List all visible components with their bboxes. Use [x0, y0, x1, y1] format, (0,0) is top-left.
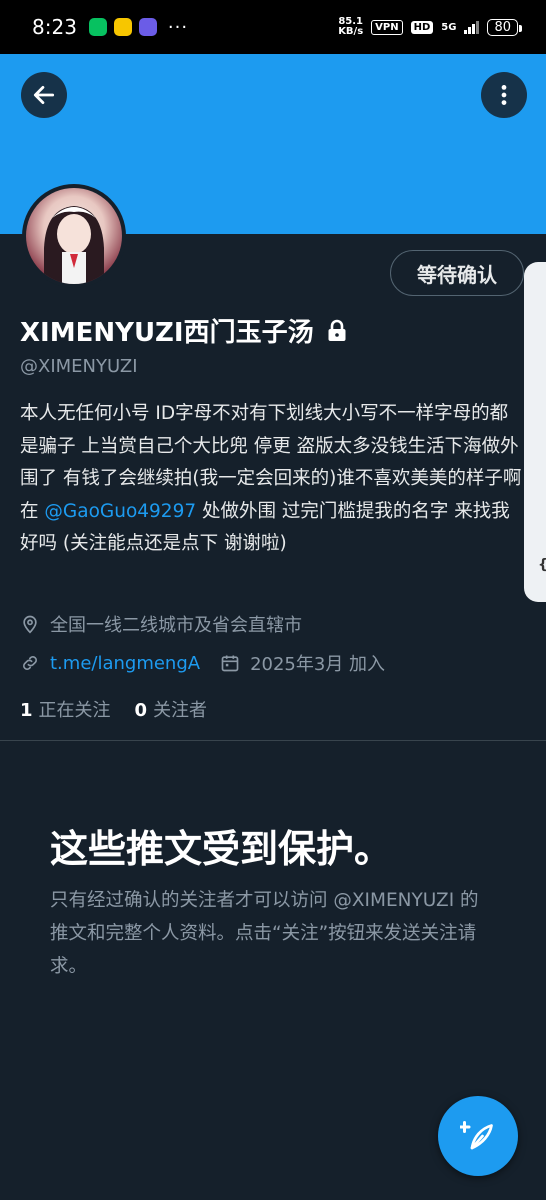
avatar-image	[26, 188, 122, 284]
protected-description: 只有经过确认的关注者才可以访问 @XIMENYUZI 的推文和完整个人资料。点击…	[50, 890, 479, 977]
app-notification-icon	[113, 18, 132, 36]
pending-follow-button[interactable]: 等待确认	[390, 250, 524, 296]
divider	[0, 740, 546, 741]
more-options-button[interactable]	[481, 72, 527, 118]
network-speed-unit: KB/s	[338, 26, 364, 37]
link-joined-row: t.me/langmengA 2025年3月 加入	[20, 650, 385, 676]
display-name-text: XIMENYUZI西门玉子汤	[20, 318, 314, 348]
lock-icon	[326, 319, 348, 343]
avatar-illustration	[44, 206, 104, 284]
avatar[interactable]	[22, 184, 126, 288]
feather-plus-icon	[460, 1121, 493, 1150]
network-speed: 85.1 KB/s	[338, 17, 363, 37]
follow-stats: 1 正在关注 0 关注者	[20, 696, 207, 722]
status-time: 8:23	[32, 15, 77, 39]
following-stat[interactable]: 1 正在关注	[20, 696, 111, 722]
more-notifications-indicator: ···	[167, 16, 189, 38]
location-pin-icon	[23, 615, 37, 634]
location-text: 全国一线二线城市及省会直辖市	[50, 615, 302, 636]
compose-tweet-button[interactable]	[438, 1096, 518, 1176]
joined-date: 2025年3月 加入	[250, 654, 386, 675]
arrow-left-icon	[33, 86, 55, 104]
floating-side-tab[interactable]: {	[524, 262, 546, 602]
signal-type: 5G	[441, 21, 457, 33]
vpn-badge: VPN	[371, 19, 403, 35]
following-count: 1	[20, 700, 33, 721]
battery-indicator: 80	[487, 18, 522, 36]
link-icon	[23, 656, 37, 670]
side-tab-glyph: {	[538, 557, 546, 573]
vertical-dots-icon	[501, 85, 507, 105]
app-notification-icon-2	[138, 18, 157, 36]
protected-title: 这些推文受到保护。	[50, 827, 393, 871]
followers-label: 关注者	[153, 700, 208, 721]
bio-mention-link[interactable]: @GaoGuo49297	[44, 501, 196, 522]
signal-strength-icon	[464, 20, 480, 34]
wechat-icon	[88, 18, 107, 36]
location-row: 全国一线二线城市及省会直辖市	[20, 611, 302, 637]
followers-count: 0	[134, 700, 148, 721]
following-label: 正在关注	[38, 700, 111, 721]
followers-stat[interactable]: 0 关注者	[135, 696, 208, 722]
profile-bio: 本人无任何小号 ID字母不对有下划线大小写不一样字母的都是骗子 上当赏自己个大比…	[20, 398, 525, 561]
calendar-icon	[221, 655, 239, 672]
back-button[interactable]	[21, 72, 67, 118]
hd-badge: HD	[410, 20, 434, 34]
profile-link[interactable]: t.me/langmengA	[50, 653, 200, 674]
status-bar: 8:23 ··· 85.1 KB/s VPN HD 5G 80	[0, 0, 546, 54]
display-name: XIMENYUZI西门玉子汤	[20, 312, 348, 349]
user-handle: @XIMENYUZI	[20, 356, 138, 377]
